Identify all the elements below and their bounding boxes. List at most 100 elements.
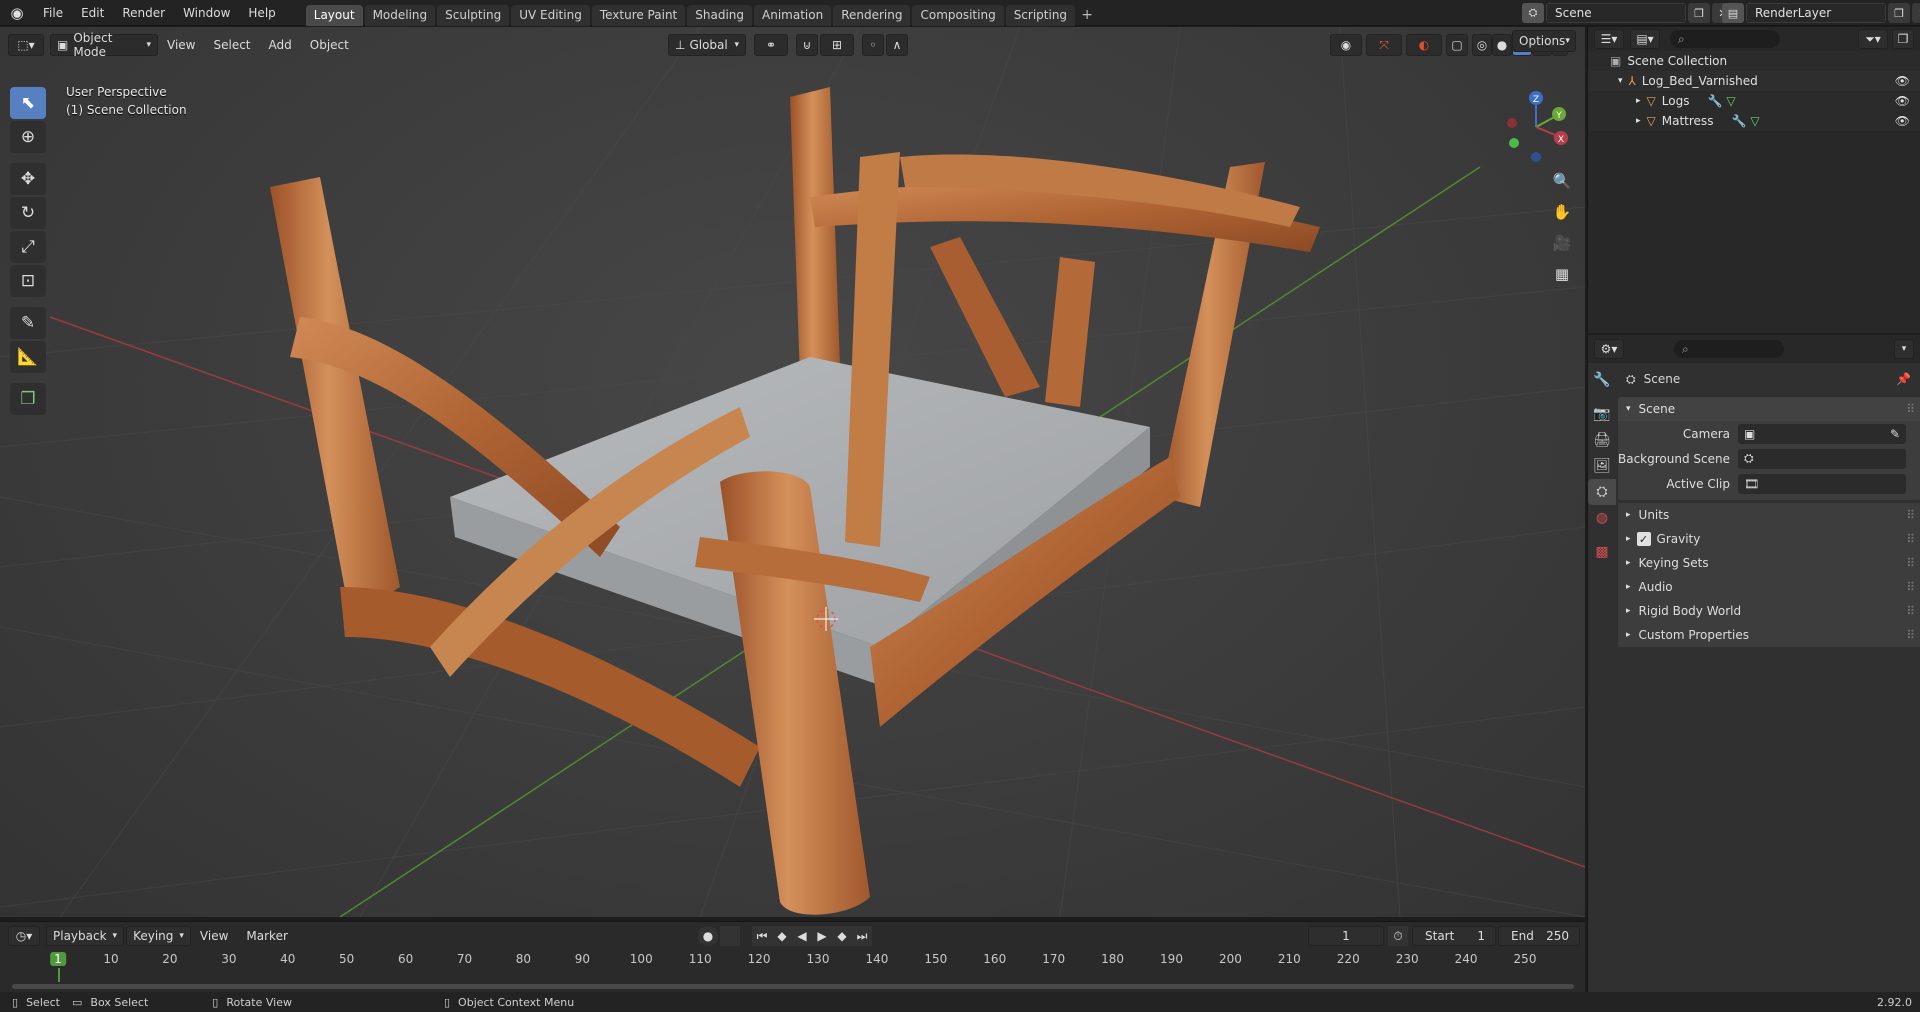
menu-window[interactable]: Window xyxy=(174,0,239,26)
output-tab-icon[interactable]: 🖨 xyxy=(1588,427,1616,453)
menu-render[interactable]: Render xyxy=(113,0,174,26)
menu-object[interactable]: Object xyxy=(301,38,358,52)
background-scene-field[interactable]: ⛭ xyxy=(1738,448,1906,469)
menu-file[interactable]: File xyxy=(34,0,72,26)
outliner-search-input[interactable]: ⌕ xyxy=(1670,30,1780,48)
log-bed-model[interactable] xyxy=(270,87,1320,915)
pivot-point-icon[interactable]: ⚭ xyxy=(754,34,788,56)
camera-field[interactable]: ▣ ✎ xyxy=(1738,423,1906,444)
tab-modeling[interactable]: Modeling xyxy=(364,4,436,26)
tab-layout[interactable]: Layout xyxy=(305,4,363,26)
eye-icon[interactable]: 👁 xyxy=(1895,74,1910,88)
outliner-editor-type-icon[interactable]: ☰▾ xyxy=(1594,29,1624,49)
drag-handle-icon[interactable]: ⠿ xyxy=(1906,604,1915,618)
properties-editor-type-icon[interactable]: ⚙▾ xyxy=(1594,339,1624,359)
xray-toggle-icon[interactable]: ▢ xyxy=(1446,34,1468,56)
new-scene-icon[interactable]: ❐ xyxy=(1688,3,1710,23)
options-button[interactable]: Options ▾ xyxy=(1512,30,1576,52)
active-clip-field[interactable]: 🎞 xyxy=(1738,473,1906,494)
zoom-icon[interactable]: 🔍 xyxy=(1548,167,1576,195)
tab-animation[interactable]: Animation xyxy=(754,4,832,26)
overlay-toggle-icon[interactable]: ◐ xyxy=(1406,34,1442,56)
scene-browse-icon[interactable]: ⛭ xyxy=(1522,3,1544,23)
snap-toggle-icon[interactable]: ⊍ xyxy=(796,34,818,56)
panel-keying-sets[interactable]: ▸ Keying Sets ⠿ xyxy=(1618,551,1920,575)
tab-rendering[interactable]: Rendering xyxy=(833,4,911,26)
tool-settings-tab-icon[interactable]: 🔧 xyxy=(1588,367,1616,393)
panel-audio[interactable]: ▸ Audio ⠿ xyxy=(1618,575,1920,599)
view-layer-name-field[interactable]: RenderLayer xyxy=(1746,3,1886,23)
properties-search-input[interactable]: ⌕ xyxy=(1674,340,1784,358)
eyedropper-icon[interactable]: ✎ xyxy=(1890,427,1900,441)
solid-shading-icon[interactable]: ● xyxy=(1492,34,1512,56)
drag-handle-icon[interactable]: ⠿ xyxy=(1906,580,1915,594)
scene-tab-icon[interactable]: ⛭ xyxy=(1588,479,1616,505)
modifier-wrench-icon[interactable]: 🔧 xyxy=(1707,94,1722,108)
menu-select[interactable]: Select xyxy=(204,38,259,52)
tab-texture-paint[interactable]: Texture Paint xyxy=(591,4,686,26)
new-view-layer-icon[interactable]: ❐ xyxy=(1888,3,1910,23)
gravity-checkbox[interactable]: ✓ xyxy=(1636,532,1651,546)
navigation-gizmo[interactable]: Z Y X xyxy=(1496,87,1576,167)
drag-handle-icon[interactable]: ⠿ xyxy=(1906,556,1915,570)
transform-orientation-select[interactable]: ⊥ Global ▾ xyxy=(668,34,746,56)
mesh-data-icon[interactable]: ▽ xyxy=(1750,114,1759,128)
blender-logo-icon[interactable]: ◉ xyxy=(0,0,34,26)
tab-scripting[interactable]: Scripting xyxy=(1005,4,1076,26)
properties-options-icon[interactable]: ▾ xyxy=(1894,339,1914,359)
texture-tab-icon[interactable]: ▩ xyxy=(1588,539,1616,565)
move-tool-icon[interactable]: ✥ xyxy=(10,163,46,195)
delete-view-layer-icon[interactable]: ✕ xyxy=(1912,3,1920,23)
world-tab-icon[interactable]: ◍ xyxy=(1588,505,1616,531)
timeline-scrollbar[interactable] xyxy=(12,984,1574,989)
editor-type-icon[interactable]: ⬚▾ xyxy=(8,34,44,56)
timeline-frame-ruler[interactable]: 1 10 20 30 40 50 60 70 80 90 100 110 120 130 140 150 160… xyxy=(0,922,1585,993)
panel-rigid-body-world[interactable]: ▸ Rigid Body World ⠿ xyxy=(1618,599,1920,623)
filter-icon[interactable]: ⏷▾ xyxy=(1858,29,1888,49)
tree-row-logs[interactable]: ▸ ▽ Logs 🔧 ▽ 👁 xyxy=(1588,91,1920,111)
render-tab-icon[interactable]: 📷 xyxy=(1588,401,1616,427)
add-cube-tool-icon[interactable]: ❒ xyxy=(10,383,46,415)
pin-icon[interactable]: 📌 xyxy=(1896,372,1911,386)
perspective-grid-icon[interactable]: ▦ xyxy=(1548,260,1576,288)
tab-sculpting[interactable]: Sculpting xyxy=(437,4,510,26)
proportional-edit-icon[interactable]: ◦ xyxy=(862,34,884,56)
annotate-tool-icon[interactable]: ✎ xyxy=(10,307,46,339)
menu-edit[interactable]: Edit xyxy=(72,0,113,26)
rotate-tool-icon[interactable]: ↻ xyxy=(10,197,46,229)
menu-help[interactable]: Help xyxy=(239,0,284,26)
scene-name-field[interactable]: Scene xyxy=(1546,3,1686,23)
viewport-scene[interactable] xyxy=(0,27,1585,917)
display-mode-icon[interactable]: ▤▾ xyxy=(1630,29,1660,49)
tree-row-mattress[interactable]: ▸ ▽ Mattress 🔧 ▽ 👁 xyxy=(1588,111,1920,131)
new-collection-icon[interactable]: ❐ xyxy=(1892,29,1914,49)
cursor-tool-icon[interactable]: ⊕ xyxy=(10,121,46,153)
mesh-data-icon[interactable]: ▽ xyxy=(1726,94,1735,108)
menu-view[interactable]: View xyxy=(158,38,204,52)
gizmo-toggle-icon[interactable]: ⤧ xyxy=(1366,34,1402,56)
visibility-icon[interactable]: ◉ xyxy=(1330,34,1362,56)
tab-shading[interactable]: Shading xyxy=(687,4,752,26)
transform-tool-icon[interactable]: ⊡ xyxy=(10,265,46,297)
tab-uv-editing[interactable]: UV Editing xyxy=(511,4,590,26)
playhead-line[interactable] xyxy=(58,968,60,982)
panel-custom-properties[interactable]: ▸ Custom Properties ⠿ xyxy=(1618,623,1920,647)
falloff-icon[interactable]: ∧ xyxy=(886,34,908,56)
drag-handle-icon[interactable]: ⠿ xyxy=(1906,402,1915,416)
snap-settings-icon[interactable]: ⊞ xyxy=(820,34,854,56)
drag-handle-icon[interactable]: ⠿ xyxy=(1906,508,1915,522)
scene-panel-header[interactable]: ▾ Scene ⠿ xyxy=(1618,397,1920,421)
tree-row-scene-collection[interactable]: ▣ Scene Collection xyxy=(1588,51,1920,71)
add-workspace-button[interactable]: + xyxy=(1076,5,1098,26)
wireframe-shading-icon[interactable]: ◎ xyxy=(1472,34,1492,56)
panel-units[interactable]: ▸ Units ⠿ xyxy=(1618,503,1920,527)
mode-selector[interactable]: ▣ Object Mode ▾ xyxy=(50,31,158,59)
3d-viewport[interactable]: ⬚▾ ▣ Object Mode ▾ View Select Add Objec… xyxy=(0,27,1585,917)
eye-icon[interactable]: 👁 xyxy=(1895,94,1910,108)
measure-tool-icon[interactable]: 📐 xyxy=(10,341,46,373)
camera-view-icon[interactable]: 🎥 xyxy=(1548,229,1576,257)
panel-gravity[interactable]: ▸ ✓ Gravity ⠿ xyxy=(1618,527,1920,551)
modifier-wrench-icon[interactable]: 🔧 xyxy=(1731,114,1746,128)
drag-handle-icon[interactable]: ⠿ xyxy=(1906,628,1915,642)
view-layer-tab-icon[interactable]: 🖼 xyxy=(1588,453,1616,479)
